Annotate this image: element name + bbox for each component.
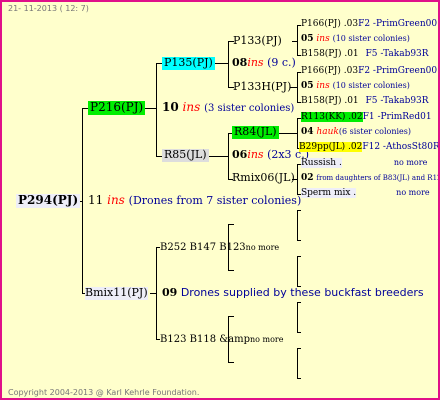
- sire-dam-names: B252 B147 B123: [160, 242, 246, 253]
- copyright: Copyright 2004-2013 @ Karl Kehrle Founda…: [8, 388, 200, 397]
- gen5-line2: 05 ins (10 sister colonies): [301, 34, 410, 44]
- gen5-line3[interactable]: B158(PJ) .01 F5 -Takab93R: [301, 96, 429, 106]
- dam-generation-line: 10 ins (3 sister colonies): [162, 100, 295, 115]
- gen5-ins: hauk: [316, 127, 339, 137]
- gen5-note: from daughters of B83(JL) and R12: [316, 174, 440, 182]
- gen5-origin: F2 -PrimGreen00: [358, 19, 438, 29]
- dam-sire-sire-queen[interactable]: Rmix06(JL): [232, 171, 295, 185]
- connector: [297, 348, 298, 378]
- connector: [228, 316, 234, 317]
- sire-generation-line: 09 Drones supplied by these buckfast bre…: [162, 286, 424, 300]
- gen5-generation: 05: [301, 81, 314, 91]
- gen5-line1[interactable]: Russish . no more: [301, 158, 427, 168]
- dam-ins: ins: [182, 100, 201, 114]
- dam-sire-ins: ins: [247, 148, 264, 161]
- gen5-origin: F1 -PrimRed01: [362, 112, 432, 122]
- sire-drone[interactable]: Bmix11(PJ): [85, 286, 148, 300]
- dam-note: (3 sister colonies): [204, 103, 295, 114]
- gen5-ins: ins: [316, 34, 330, 44]
- dam-sire-generation-line: 06ins (2x3 c.): [232, 148, 309, 162]
- connector: [297, 302, 298, 332]
- connector: [228, 362, 234, 363]
- root-generation-line: 11 ins (Drones from 7 sister colonies): [88, 193, 302, 208]
- dam-dam-generation: 08: [232, 56, 248, 69]
- connector: [292, 41, 298, 42]
- dam-sire-generation: 06: [232, 148, 248, 161]
- gen5-sire: B158(PJ) .01: [301, 96, 359, 106]
- date-stamp: 21- 11-2013 ( 12: 7): [8, 4, 89, 13]
- connector: [297, 302, 301, 303]
- gen5-note: (6 sister colonies): [338, 127, 412, 136]
- connector: [297, 210, 298, 240]
- gen5-line2: 04 hauk(6 sister colonies): [301, 127, 411, 137]
- dam-dam-generation-line: 08ins (9 c.): [232, 56, 296, 70]
- gen5-sire-origin: F5 -Takab93R: [365, 49, 429, 59]
- gen5-sire-origin: F5 -Takab93R: [365, 96, 429, 106]
- dam-generation: 10: [162, 100, 179, 114]
- root-queen[interactable]: P294(PJ): [16, 193, 81, 208]
- gen5-origin: F2 -PrimGreen00: [358, 66, 438, 76]
- gen5-note: (10 sister colonies): [332, 34, 410, 43]
- connector: [228, 224, 234, 225]
- dam-dam-sire-queen[interactable]: P133H(PJ): [233, 80, 291, 94]
- gen5-queen: R113(KK) .02: [301, 112, 363, 122]
- gen5-line1[interactable]: P166(PJ) .03F2 -PrimGreen00: [301, 19, 437, 29]
- gen5-origin: no more: [393, 158, 428, 167]
- sire-dam-drones: B252 B147 B123no more: [160, 242, 279, 254]
- sire-sire-drones: B123 B118 &ampno more: [160, 334, 283, 346]
- gen5-line3[interactable]: B29pp(JL) .02F12 -AthosSt80R: [299, 142, 440, 152]
- gen5-line3[interactable]: Sperm mix . no more: [301, 188, 430, 198]
- gen5-queen: Russish .: [301, 158, 342, 168]
- sire-sire-names: B123 B118 &amp: [160, 334, 250, 345]
- gen5-ins: ins: [316, 81, 330, 91]
- gen5-line2: 02 from daughters of B83(JL) and R12: [301, 173, 440, 183]
- gen5-generation: 02: [301, 173, 314, 183]
- dam-queen[interactable]: P216(PJ): [88, 100, 146, 115]
- dam-sire-dam-queen[interactable]: R84(JL): [232, 125, 279, 139]
- connector: [228, 270, 234, 271]
- gen5-generation: 05: [301, 34, 314, 44]
- connector: [297, 348, 301, 349]
- connector: [297, 240, 301, 241]
- root-generation: 11: [88, 193, 104, 207]
- connector: [297, 378, 301, 379]
- pedigree-canvas: 21- 11-2013 ( 12: 7) P294(PJ) 11 ins (Dr…: [0, 0, 440, 400]
- connector: [156, 63, 157, 156]
- gen5-line1[interactable]: P166(PJ) .03F2 -PrimGreen00: [301, 66, 437, 76]
- gen5-sire-origin: no more: [396, 188, 430, 197]
- root-ins: ins: [107, 193, 125, 207]
- gen5-sire: Sperm mix .: [301, 188, 357, 198]
- connector: [228, 41, 229, 87]
- dam-dam-dam-queen[interactable]: P133(PJ): [233, 34, 282, 48]
- connector: [297, 332, 301, 333]
- gen5-line2: 05 ins (10 sister colonies): [301, 81, 410, 91]
- sire-note: Drones supplied by these buckfast breede…: [180, 286, 424, 299]
- gen5-line1[interactable]: R113(KK) .02F1 -PrimRed01: [301, 112, 432, 122]
- gen5-queen: P166(PJ) .03: [301, 19, 359, 29]
- dam-dam-queen[interactable]: P135(PJ): [162, 56, 215, 70]
- connector: [297, 256, 301, 257]
- dam-sire-queen[interactable]: R85(JL): [162, 148, 209, 162]
- sire-generation: 09: [162, 286, 178, 299]
- dam-dam-ins: ins: [247, 56, 264, 69]
- sire-dam-more: no more: [245, 243, 280, 252]
- gen5-queen: P166(PJ) .03: [301, 66, 359, 76]
- sire-sire-more: no more: [249, 335, 284, 344]
- connector: [297, 210, 301, 211]
- gen5-sire: B29pp(JL) .02: [299, 142, 363, 152]
- gen5-note: (10 sister colonies): [332, 81, 410, 90]
- connector: [297, 25, 298, 55]
- gen5-sire-origin: F12 -AthosSt80R: [362, 142, 440, 152]
- connector: [150, 293, 157, 294]
- gen5-generation: 04: [301, 127, 314, 137]
- gen5-line3[interactable]: B158(PJ) .01 F5 -Takab93R: [301, 49, 429, 59]
- root-note: (Drones from 7 sister colonies): [128, 194, 302, 207]
- gen5-sire: B158(PJ) .01: [301, 49, 359, 59]
- connector: [297, 256, 298, 286]
- dam-dam-note: (9 c.): [267, 56, 296, 69]
